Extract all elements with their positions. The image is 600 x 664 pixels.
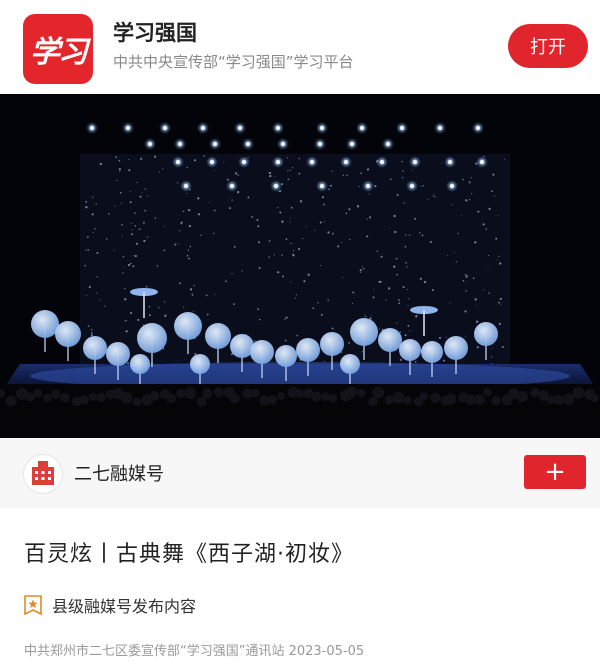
channel-bar: 二七融媒号 + (0, 438, 600, 508)
open-app-button[interactable]: 打开 (508, 24, 588, 68)
stage-performance-image (0, 94, 600, 438)
follow-button[interactable]: + (524, 455, 586, 489)
content-tag: 县级融媒号发布内容 (24, 594, 196, 616)
building-icon (32, 461, 54, 485)
app-banner: 学习 学习强国 中共中央宣传部“学习强国”学习平台 打开 (0, 0, 600, 94)
channel-name[interactable]: 二七融媒号 (74, 460, 164, 486)
app-subtitle: 中共中央宣传部“学习强国”学习平台 (113, 53, 354, 71)
video-player[interactable] (0, 94, 600, 438)
app-logo-icon[interactable]: 学习 (23, 14, 93, 84)
channel-avatar[interactable] (23, 454, 63, 494)
content-tag-label: 县级融媒号发布内容 (52, 597, 197, 616)
article-title: 百灵炫丨古典舞《西子湖·初妆》 (24, 542, 354, 567)
star-badge-icon (24, 595, 42, 615)
app-name: 学习强国 (113, 21, 197, 45)
article-meta: 中共郑州市二七区委宣传部“学习强国”通讯站 2023-05-05 (24, 644, 365, 659)
